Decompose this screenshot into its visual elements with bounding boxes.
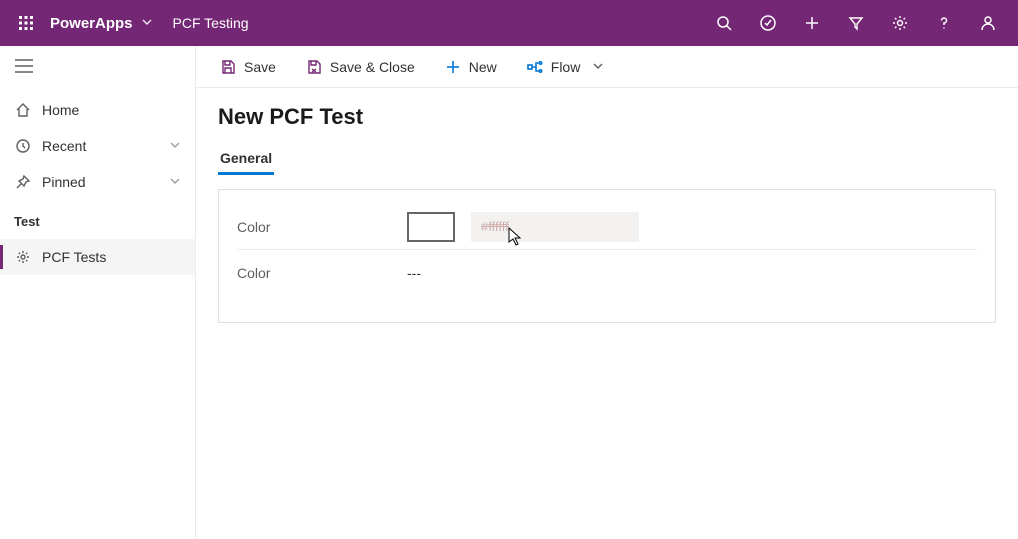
account-icon[interactable] — [966, 0, 1010, 46]
sidebar-item-label: Pinned — [42, 174, 86, 190]
chevron-down-icon — [169, 174, 181, 190]
brand[interactable]: PowerApps — [50, 15, 153, 32]
field-label: Color — [237, 265, 407, 281]
clock-icon — [14, 138, 32, 154]
sidebar-item-pinned[interactable]: Pinned — [0, 164, 195, 200]
sidebar-item-label: PCF Tests — [42, 249, 106, 265]
field-value[interactable]: --- — [407, 265, 421, 281]
chevron-down-icon — [141, 15, 153, 32]
top-bar: PowerApps PCF Testing — [0, 0, 1018, 46]
pin-icon — [14, 174, 32, 190]
sidebar: Home Recent Pinned Test — [0, 46, 196, 539]
main: Save Save & Close New Flow — [196, 46, 1018, 539]
plus-icon — [445, 59, 461, 75]
content: New PCF Test General Color Color --- — [196, 88, 1018, 339]
sidebar-item-recent[interactable]: Recent — [0, 128, 195, 164]
save-close-icon — [306, 59, 322, 75]
new-label: New — [469, 59, 497, 75]
save-close-label: Save & Close — [330, 59, 415, 75]
add-icon[interactable] — [790, 0, 834, 46]
tabs: General — [218, 144, 996, 175]
command-bar: Save Save & Close New Flow — [196, 46, 1018, 88]
sidebar-item-pcf-tests[interactable]: PCF Tests — [0, 239, 195, 275]
tab-general[interactable]: General — [218, 144, 274, 174]
field-color-text: Color --- — [237, 250, 977, 296]
save-label: Save — [244, 59, 276, 75]
new-button[interactable]: New — [435, 51, 507, 83]
save-icon — [220, 59, 236, 75]
top-icons — [702, 0, 1010, 46]
brand-label: PowerApps — [50, 15, 133, 32]
chevron-down-icon — [169, 138, 181, 154]
sidebar-item-label: Recent — [42, 138, 86, 154]
form-card: Color Color --- — [218, 189, 996, 323]
chevron-down-icon — [592, 59, 604, 75]
task-icon[interactable] — [746, 0, 790, 46]
flow-button[interactable]: Flow — [517, 51, 615, 83]
filter-icon[interactable] — [834, 0, 878, 46]
settings-icon[interactable] — [878, 0, 922, 46]
save-button[interactable]: Save — [210, 51, 286, 83]
field-label: Color — [237, 219, 407, 235]
page-title: New PCF Test — [218, 104, 996, 130]
sidebar-section-label: Test — [0, 200, 195, 239]
flow-icon — [527, 59, 543, 75]
sidebar-item-home[interactable]: Home — [0, 92, 195, 128]
color-hex-input[interactable] — [471, 212, 639, 242]
flow-label: Flow — [551, 59, 581, 75]
help-icon[interactable] — [922, 0, 966, 46]
search-icon[interactable] — [702, 0, 746, 46]
hamburger-icon[interactable] — [12, 54, 36, 78]
field-color-picker: Color — [237, 204, 977, 250]
color-swatch[interactable] — [407, 212, 455, 242]
home-icon — [14, 102, 32, 118]
app-launcher-icon[interactable] — [8, 5, 44, 41]
save-close-button[interactable]: Save & Close — [296, 51, 425, 83]
gear-icon — [14, 249, 32, 265]
app-title: PCF Testing — [173, 15, 249, 31]
sidebar-item-label: Home — [42, 102, 79, 118]
